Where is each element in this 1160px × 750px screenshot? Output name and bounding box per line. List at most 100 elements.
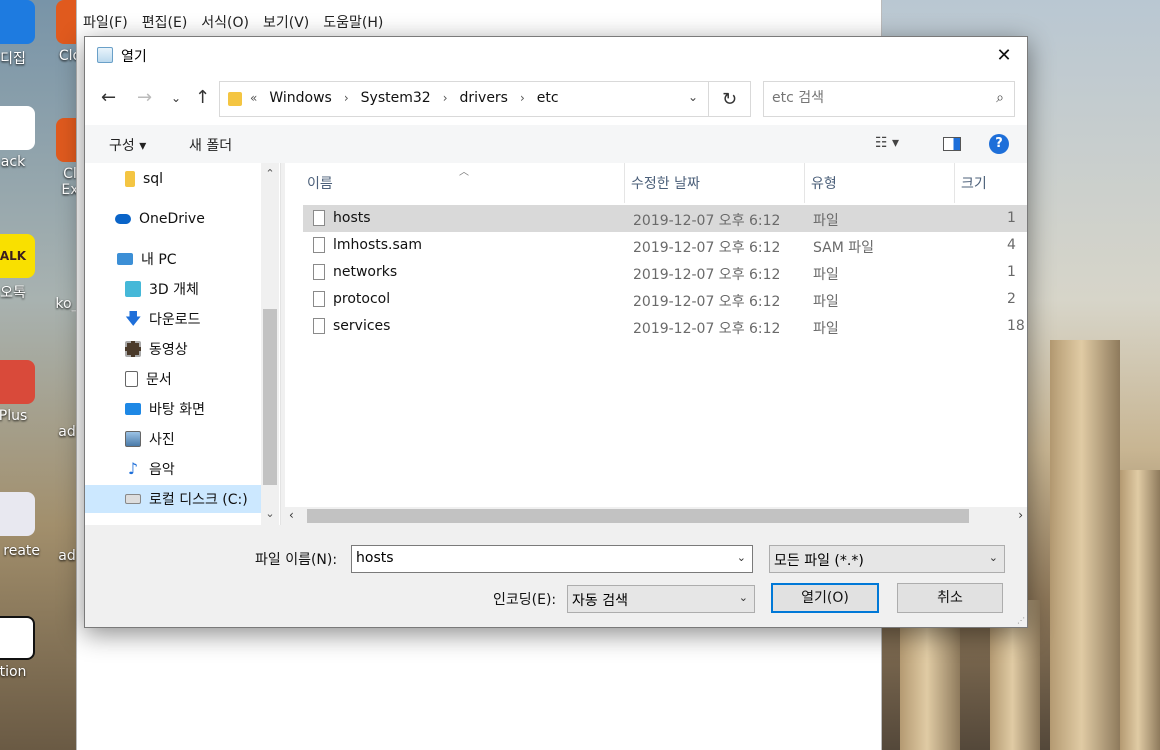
scroll-right-icon[interactable]: › [1018, 508, 1023, 522]
chevron-right-icon[interactable]: › [443, 91, 448, 105]
desktop-icon-notion[interactable]: tion [0, 616, 46, 680]
breadcrumb-overflow[interactable]: « [250, 91, 257, 105]
file-row-protocol[interactable]: protocol 2019-12-07 오후 6:12 파일 2 [303, 286, 1027, 313]
scrollbar-thumb[interactable] [263, 309, 277, 485]
cancel-button[interactable]: 취소 [897, 583, 1003, 613]
scroll-left-icon[interactable]: ‹ [289, 508, 294, 522]
column-header-date[interactable]: 수정한 날짜 [625, 163, 805, 203]
forward-arrow-icon[interactable]: → [137, 87, 152, 108]
navpane-scrollbar[interactable]: ⌃ ⌄ [261, 163, 279, 525]
help-icon[interactable]: ? [989, 134, 1009, 154]
desktop-icon-editplus[interactable]: Plus [0, 360, 46, 424]
dialog-titlebar: 열기 ✕ [85, 37, 1027, 73]
scroll-down-icon[interactable]: ⌄ [261, 507, 279, 520]
breadcrumb-system32[interactable]: System32 [361, 90, 431, 106]
back-arrow-icon[interactable]: ← [101, 87, 116, 108]
notepad-icon [97, 47, 113, 63]
open-file-dialog: 열기 ✕ ← → ⌄ ↑ « Windows › System32 › driv… [84, 36, 1028, 628]
file-list-horizontal-scrollbar[interactable]: ‹ › [285, 507, 1027, 525]
view-options-icon[interactable]: ☷ ▾ [875, 135, 899, 151]
command-toolbar: 구성 ▾ 새 폴더 ☷ ▾ ? [85, 125, 1027, 163]
filetype-value: 모든 파일 (*.*) [774, 553, 864, 569]
search-box[interactable]: ⌕ [763, 81, 1015, 117]
nav-item-pictures[interactable]: 사진 [125, 425, 175, 453]
chevron-down-icon[interactable]: ⌄ [737, 551, 746, 564]
menu-file[interactable]: 파일(F) [83, 12, 128, 32]
file-list: ︿ 이름 수정한 날짜 유형 크기 hosts 2019-12-07 오후 6:… [285, 163, 1027, 525]
up-arrow-icon[interactable]: ↑ [195, 87, 210, 108]
breadcrumb-windows[interactable]: Windows [269, 90, 332, 106]
open-button[interactable]: 열기(O) [771, 583, 879, 613]
nav-item-music[interactable]: ♪ 음악 [125, 455, 175, 483]
folder-icon [125, 171, 135, 187]
nav-item-downloads[interactable]: 🡇 다운로드 [125, 305, 201, 333]
filename-label: 파일 이름(N): [255, 552, 338, 568]
file-icon [313, 264, 325, 280]
nav-item-3d-objects[interactable]: 3D 개체 [125, 275, 199, 303]
file-row-networks[interactable]: networks 2019-12-07 오후 6:12 파일 1 [303, 259, 1027, 286]
encoding-dropdown[interactable]: 자동 검색 ⌄ [567, 585, 755, 613]
resize-grip-icon[interactable]: ⋰ [1017, 616, 1025, 625]
chevron-down-icon[interactable]: ⌄ [739, 591, 748, 604]
search-input[interactable] [772, 90, 972, 106]
filetype-dropdown[interactable]: 모든 파일 (*.*) ⌄ [769, 545, 1005, 573]
file-icon [313, 291, 325, 307]
file-row-lmhosts[interactable]: lmhosts.sam 2019-12-07 오후 6:12 SAM 파일 4 [303, 232, 1027, 259]
chevron-down-icon[interactable]: ⌄ [989, 551, 998, 564]
notepad-menubar: 파일(F) 편집(E) 서식(O) 보기(V) 도움말(H) [83, 12, 383, 32]
breadcrumb: « Windows › System32 › drivers › etc [250, 90, 559, 106]
column-header-size[interactable]: 크기 [955, 163, 1027, 203]
file-icon [313, 237, 325, 253]
recent-locations-chevron-icon[interactable]: ⌄ [171, 91, 181, 105]
document-icon [125, 371, 138, 387]
organize-button[interactable]: 구성 ▾ [109, 135, 146, 155]
menu-help[interactable]: 도움말(H) [323, 12, 383, 32]
refresh-button[interactable]: ↻ [709, 81, 751, 117]
scroll-up-icon[interactable]: ⌃ [261, 167, 279, 180]
dialog-title: 열기 [121, 49, 147, 65]
folder-icon [228, 92, 242, 106]
search-icon[interactable]: ⌕ [996, 90, 1004, 106]
3d-objects-icon [125, 281, 141, 297]
nav-item-documents[interactable]: 문서 [125, 365, 172, 393]
desktop-icon-slack[interactable]: ack [0, 106, 46, 170]
preview-pane-icon[interactable] [943, 137, 961, 151]
pc-icon [117, 253, 133, 265]
file-row-hosts[interactable]: hosts 2019-12-07 오후 6:12 파일 1 [303, 205, 1027, 232]
navigation-bar: ← → ⌄ ↑ « Windows › System32 › drivers ›… [85, 73, 1027, 125]
address-bar[interactable]: « Windows › System32 › drivers › etc ⌄ [219, 81, 709, 117]
nav-item-videos[interactable]: 동영상 [125, 335, 188, 363]
nav-item-desktop[interactable]: 바탕 화면 [125, 395, 205, 423]
filename-value[interactable]: hosts [356, 550, 394, 566]
nav-item-sql[interactable]: sql [125, 165, 163, 193]
download-icon: 🡇 [125, 309, 142, 328]
desktop-icon-kakaotalk[interactable]: ALK 오톡 [0, 234, 46, 302]
menu-format[interactable]: 서식(O) [201, 12, 249, 32]
menu-view[interactable]: 보기(V) [263, 12, 309, 32]
breadcrumb-drivers[interactable]: drivers [460, 90, 508, 106]
disk-icon [125, 494, 141, 504]
encoding-label: 인코딩(E): [493, 592, 557, 608]
desktop-icon-app1[interactable]: 디집 [0, 0, 46, 68]
file-row-services[interactable]: services 2019-12-07 오후 6:12 파일 18 [303, 313, 1027, 340]
music-icon: ♪ [127, 459, 139, 478]
column-header-name[interactable]: 이름 [301, 163, 625, 203]
filename-field[interactable]: hosts ⌄ [351, 545, 753, 573]
close-button[interactable]: ✕ [981, 37, 1027, 73]
chevron-down-icon[interactable]: ⌄ [688, 90, 698, 104]
chevron-right-icon[interactable]: › [520, 91, 525, 105]
new-folder-button[interactable]: 새 폴더 [189, 135, 232, 155]
scrollbar-thumb[interactable] [307, 509, 969, 523]
nav-item-local-disk[interactable]: 로컬 디스크 (C:) [85, 485, 261, 513]
menu-edit[interactable]: 편집(E) [142, 12, 188, 32]
breadcrumb-etc[interactable]: etc [537, 90, 559, 106]
nav-item-onedrive[interactable]: OneDrive [115, 205, 205, 233]
desktop-icon-create[interactable]: 진 reate [0, 492, 46, 560]
dialog-footer: 파일 이름(N): hosts ⌄ 모든 파일 (*.*) ⌄ 인코딩(E): … [85, 525, 1027, 627]
nav-item-this-pc[interactable]: 내 PC [117, 245, 177, 273]
chevron-right-icon[interactable]: › [344, 91, 349, 105]
navigation-pane: sql OneDrive 내 PC 3D 개체 🡇 다운로드 동영상 문서 바탕… [85, 163, 281, 525]
pictures-icon [125, 431, 141, 447]
column-header-type[interactable]: 유형 [805, 163, 955, 203]
onedrive-icon [115, 214, 131, 224]
